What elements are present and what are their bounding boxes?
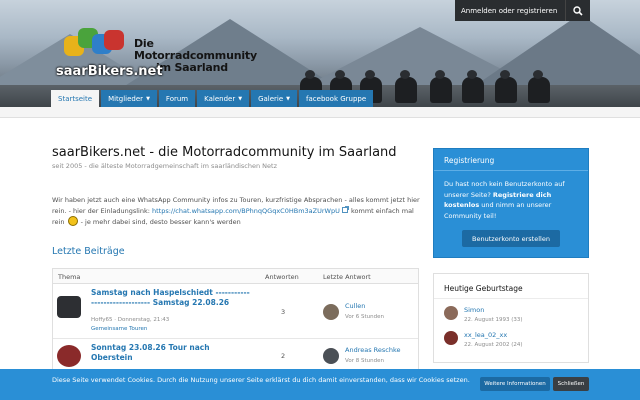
sub-nav: [0, 107, 640, 118]
cookie-close-button[interactable]: Schließen: [553, 377, 589, 391]
thread-title[interactable]: Samstag nach Haspelschiedt -------------…: [91, 288, 251, 308]
chevron-down-icon[interactable]: ▼: [286, 96, 290, 102]
birthday-name[interactable]: xx_lea_02_xx: [464, 331, 507, 339]
register-text: Du hast noch kein Benutzerkonto auf unse…: [444, 180, 565, 220]
chevron-down-icon[interactable]: ▼: [146, 96, 150, 102]
avatar[interactable]: [323, 304, 339, 320]
tab-label: Galerie: [258, 94, 284, 103]
register-block: Registrierung Du hast noch kein Benutzer…: [433, 148, 589, 258]
last-reply-time: Vor 8 Stunden: [345, 358, 384, 364]
table-row[interactable]: Samstag nach Haspelschiedt -------------…: [53, 284, 418, 339]
smiley-icon: [67, 216, 78, 226]
create-account-button[interactable]: Benutzerkonto erstellen: [462, 230, 560, 247]
external-link-icon: [342, 205, 351, 215]
tab-label: Forum: [165, 94, 189, 103]
tab-facebook-gruppe[interactable]: facebook Gruppe: [299, 90, 374, 107]
search-icon[interactable]: [566, 0, 590, 21]
login-register-link[interactable]: Anmelden oder registrieren: [455, 0, 566, 21]
col-last-reply: Letzte Antwort: [323, 273, 371, 281]
last-reply-time: Vor 6 Stunden: [345, 314, 384, 320]
thread-thumbnail: [57, 296, 81, 318]
table-header: Thema Antworten Letzte Antwort: [53, 269, 418, 284]
birthday-date: 22. August 1993 (33): [464, 317, 523, 323]
latest-posts-heading: Letzte Beiträge: [52, 246, 125, 257]
birthday-date: 22. August 2002 (24): [464, 342, 523, 348]
avatar[interactable]: [323, 348, 339, 364]
main-nav: Startseite Mitglieder ▼ Forum Kalender ▼ Galer…: [51, 90, 375, 107]
tab-forum[interactable]: Forum: [158, 90, 196, 107]
last-reply-user[interactable]: Andreas Reschke: [345, 346, 401, 354]
register-title: Registrierung: [434, 149, 588, 171]
logo-bikes-icon: [64, 28, 124, 62]
tab-label: Kalender: [204, 94, 236, 103]
tab-label: Mitglieder: [108, 94, 144, 103]
col-topic: Thema: [58, 273, 81, 281]
cookie-more-info-button[interactable]: Weitere Informationen: [480, 377, 550, 391]
page-title: saarBikers.net - die Motorradcommunity i…: [52, 145, 397, 160]
site-logo[interactable]: Die Motorradcommunity im Saarland saarBi…: [54, 24, 274, 84]
birthdays-title: Heutige Geburtstage: [434, 274, 588, 299]
thread-forum[interactable]: Gemeinsame Touren: [91, 326, 147, 332]
whatsapp-link[interactable]: https://chat.whatsapp.com/BPhnqQGqxC0HBm…: [152, 207, 340, 215]
avatar[interactable]: [444, 331, 458, 345]
tab-startseite[interactable]: Startseite: [51, 90, 100, 107]
reply-count: 3: [281, 308, 286, 316]
birthday-name[interactable]: Simon: [464, 306, 484, 314]
tab-kalender[interactable]: Kalender ▼: [197, 90, 250, 107]
tab-mitglieder[interactable]: Mitglieder ▼: [101, 90, 157, 107]
cookie-text: Diese Seite verwendet Cookies. Durch die…: [52, 376, 470, 384]
thread-thumbnail: [57, 345, 81, 367]
tab-galerie[interactable]: Galerie ▼: [251, 90, 298, 107]
page-subtitle: seit 2005 - die älteste Motorradgemeinsc…: [52, 162, 277, 170]
chevron-down-icon[interactable]: ▼: [238, 96, 242, 102]
tab-label: facebook Gruppe: [306, 94, 367, 103]
reply-count: 2: [281, 352, 286, 360]
last-reply-user[interactable]: Cullen: [345, 302, 365, 310]
latest-posts-table: Thema Antworten Letzte Antwort Samstag n…: [52, 268, 419, 378]
cookie-notice: Diese Seite verwendet Cookies. Durch die…: [0, 369, 640, 400]
thread-title[interactable]: Sonntag 23.08.26 Tour nach Oberstein: [91, 343, 251, 363]
col-replies: Antworten: [265, 273, 299, 281]
logo-name: saarBikers.net: [56, 64, 163, 79]
avatar[interactable]: [444, 306, 458, 320]
account-bar: Anmelden oder registrieren: [455, 0, 590, 21]
intro-text: Wir haben jetzt auch eine WhatsApp Commu…: [52, 196, 420, 226]
tab-label: Startseite: [58, 94, 93, 103]
birthdays-block: Heutige Geburtstage Simon 22. August 199…: [433, 273, 589, 363]
thread-meta: Hoffy65 · Donnerstag, 21:43: [91, 317, 170, 323]
